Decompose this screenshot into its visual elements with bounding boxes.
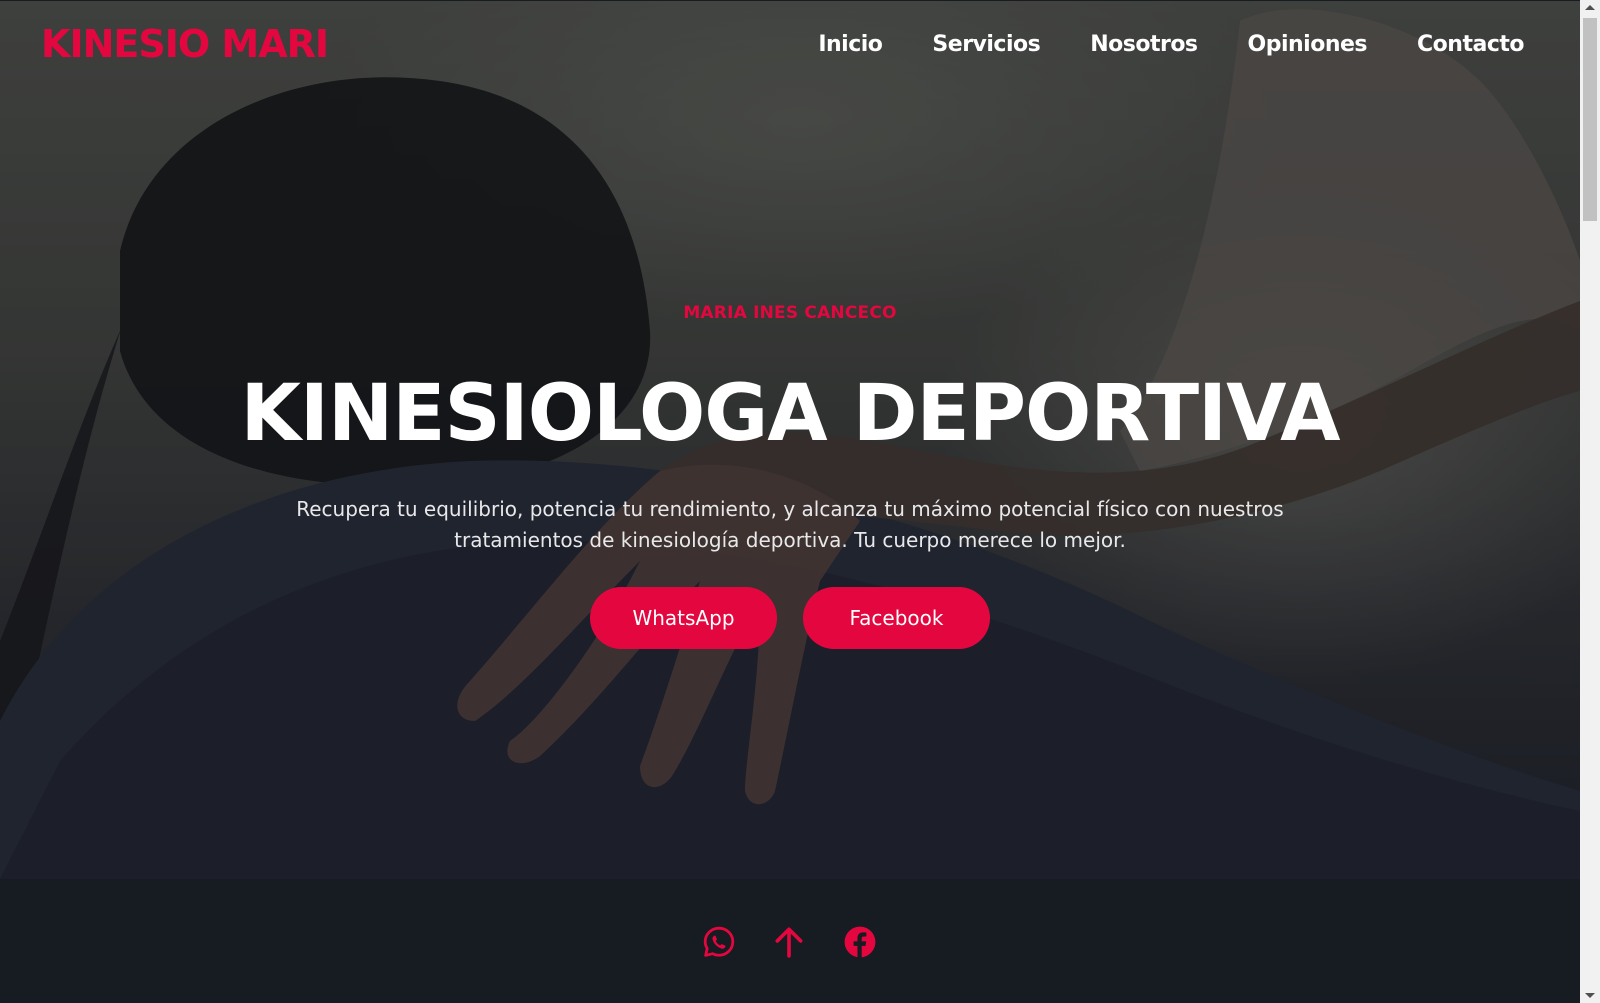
- arrow-up-icon[interactable]: [772, 925, 806, 959]
- facebook-icon[interactable]: [843, 925, 877, 959]
- whatsapp-button[interactable]: WhatsApp: [590, 587, 777, 649]
- facebook-button[interactable]: Facebook: [803, 587, 990, 649]
- nav-item-inicio[interactable]: Inicio: [818, 28, 883, 62]
- nav-item-servicios[interactable]: Servicios: [932, 28, 1040, 62]
- hero-kicker: MARIA INES CANCECO: [683, 303, 897, 323]
- nav-item-opiniones[interactable]: Opiniones: [1248, 28, 1368, 62]
- whatsapp-icon[interactable]: [702, 925, 736, 959]
- hero-title: KINESIOLOGA DEPORTIVA: [240, 369, 1340, 459]
- main-nav: Inicio Servicios Nosotros Opiniones Cont…: [768, 28, 1524, 62]
- page-scrollbar[interactable]: [1580, 0, 1600, 1003]
- site-logo[interactable]: KINESIO MARI: [41, 21, 329, 67]
- nav-item-nosotros[interactable]: Nosotros: [1090, 28, 1198, 62]
- scroll-down-icon[interactable]: [1585, 993, 1595, 998]
- scroll-up-icon[interactable]: [1585, 5, 1595, 10]
- nav-item-contacto[interactable]: Contacto: [1417, 28, 1524, 62]
- hero-description: Recupera tu equilibrio, potencia tu rend…: [296, 497, 1284, 552]
- scrollbar-thumb[interactable]: [1583, 18, 1597, 221]
